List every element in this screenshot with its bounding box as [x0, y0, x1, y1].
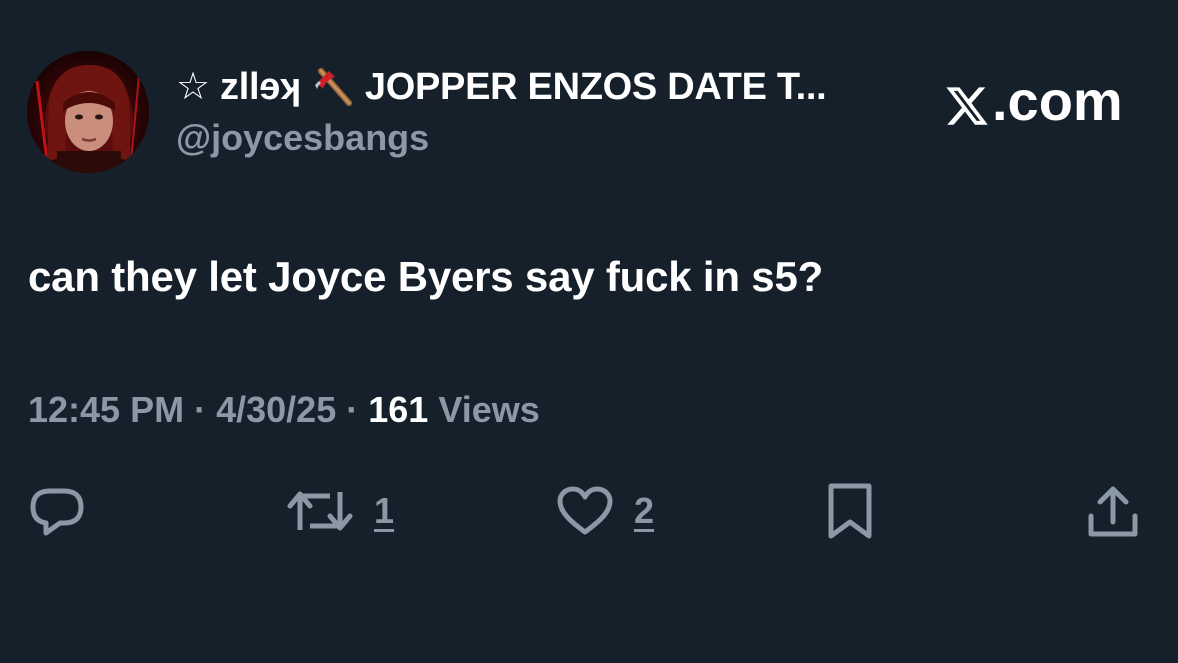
avatar[interactable] [27, 51, 149, 173]
x-logo-icon [944, 77, 990, 125]
display-name-prefix: ☆ zllɘʞ [176, 66, 301, 108]
reply-icon [30, 488, 84, 536]
meta-separator: · [346, 389, 359, 430]
meta-separator: · [194, 389, 207, 430]
retweet-button[interactable]: 1 [286, 476, 394, 546]
views-count: 161 [368, 389, 429, 430]
like-count[interactable]: 2 [634, 489, 654, 533]
display-name-suffix: JOPPER ENZOS DATE T... [364, 66, 827, 108]
brand-watermark: .com [944, 68, 1123, 132]
tweet-text: can they let Joyce Byers say fuck in s5? [28, 253, 824, 300]
tweet-meta: 12:45 PM · 4/30/25 · 161 Views [28, 388, 540, 432]
display-name[interactable]: ☆ zllɘʞ JOPPER ENZOS DATE T... [176, 64, 827, 110]
views-label: Views [438, 389, 540, 430]
retweet-icon [287, 491, 353, 531]
reply-button[interactable] [28, 476, 86, 546]
share-button[interactable] [1086, 476, 1140, 546]
author-handle[interactable]: @joycesbangs [176, 116, 429, 160]
retweet-count[interactable]: 1 [374, 489, 394, 533]
axe-icon [311, 65, 355, 109]
share-icon [1088, 486, 1138, 537]
like-button[interactable]: 2 [556, 476, 654, 546]
brand-text: .com [992, 68, 1123, 132]
profile-photo [27, 51, 149, 173]
heart-icon [557, 486, 613, 535]
bookmark-icon [828, 483, 872, 539]
tweet-date[interactable]: 4/30/25 [216, 389, 336, 430]
tweet-time[interactable]: 12:45 PM [28, 389, 184, 430]
bookmark-button[interactable] [826, 476, 874, 546]
action-bar: 1 2 [0, 476, 1178, 546]
